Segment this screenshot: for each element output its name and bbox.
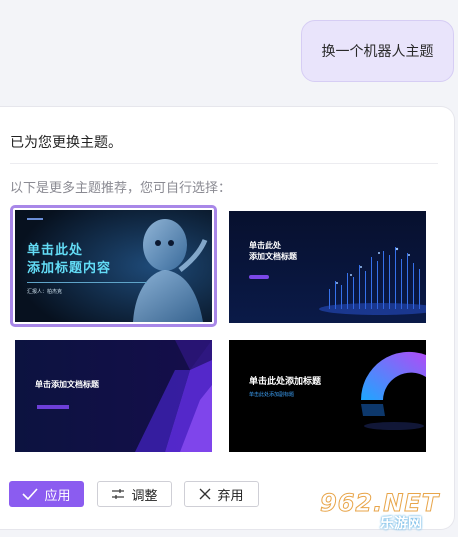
apply-button[interactable]: 应用 <box>9 481 84 507</box>
checkmark-icon <box>22 488 39 500</box>
user-message-text: 换一个机器人主题 <box>321 44 434 60</box>
assistant-reply-card: 已为您更换主题。 以下是更多主题推荐，您可自行选择： 单击此处 添加标题内容 汇… <box>0 106 455 530</box>
theme-thumbnail-3[interactable]: 单击添加文档标题 <box>15 340 212 452</box>
theme-4-title: 单击此处添加标题 <box>249 377 322 387</box>
divider <box>10 163 438 164</box>
theme-thumbnail-1[interactable]: 单击此处 添加标题内容 汇报人：柏杰克 <box>10 205 217 327</box>
suggestion-text: 以下是更多主题推荐，您可自行选择： <box>10 181 232 196</box>
theme-1-reporter: 汇报人：柏杰克 <box>27 289 63 295</box>
user-message-bubble: 换一个机器人主题 <box>301 20 454 82</box>
theme-thumbnail-4[interactable]: 单击此处添加标题 单击此处添加副标题 <box>229 340 426 452</box>
adjust-button-label: 调整 <box>131 488 158 504</box>
theme-3-title: 单击添加文档标题 <box>35 380 99 389</box>
sliders-icon <box>112 489 125 499</box>
theme-thumbnail-1-slide: 单击此处 添加标题内容 汇报人：柏杰克 <box>15 210 212 322</box>
adjust-button[interactable]: 调整 <box>97 481 172 507</box>
theme-2-title-line1: 单击此处 <box>249 241 281 250</box>
theme-4-subtitle: 单击此处添加副标题 <box>249 392 295 398</box>
theme-2-title-line2: 添加文档标题 <box>249 251 297 261</box>
theme-1-title: 单击此处 添加标题内容 <box>27 242 111 277</box>
theme-1-title-line2: 添加标题内容 <box>27 260 112 276</box>
theme-thumbnail-2[interactable]: 单击此处 添加文档标题 <box>229 211 426 323</box>
apply-button-label: 应用 <box>44 488 71 504</box>
reply-text: 已为您更换主题。 <box>10 135 122 151</box>
theme-2-title: 单击此处 添加文档标题 <box>249 241 297 263</box>
close-icon <box>200 488 211 500</box>
theme-3-pill <box>37 405 69 409</box>
watermark-site: 乐游网 <box>380 516 422 532</box>
theme-1-title-line1: 单击此处 <box>27 243 84 258</box>
discard-button[interactable]: 弃用 <box>184 481 259 507</box>
geometric-shapes-illustration <box>135 340 212 452</box>
theme-2-pill <box>249 275 269 279</box>
site-watermark: 962.NET 乐游网 <box>318 489 454 533</box>
data-bars-illustration <box>319 247 426 315</box>
discard-button-label: 弃用 <box>217 488 244 504</box>
decor-line <box>27 282 147 283</box>
decor-line <box>27 218 43 220</box>
